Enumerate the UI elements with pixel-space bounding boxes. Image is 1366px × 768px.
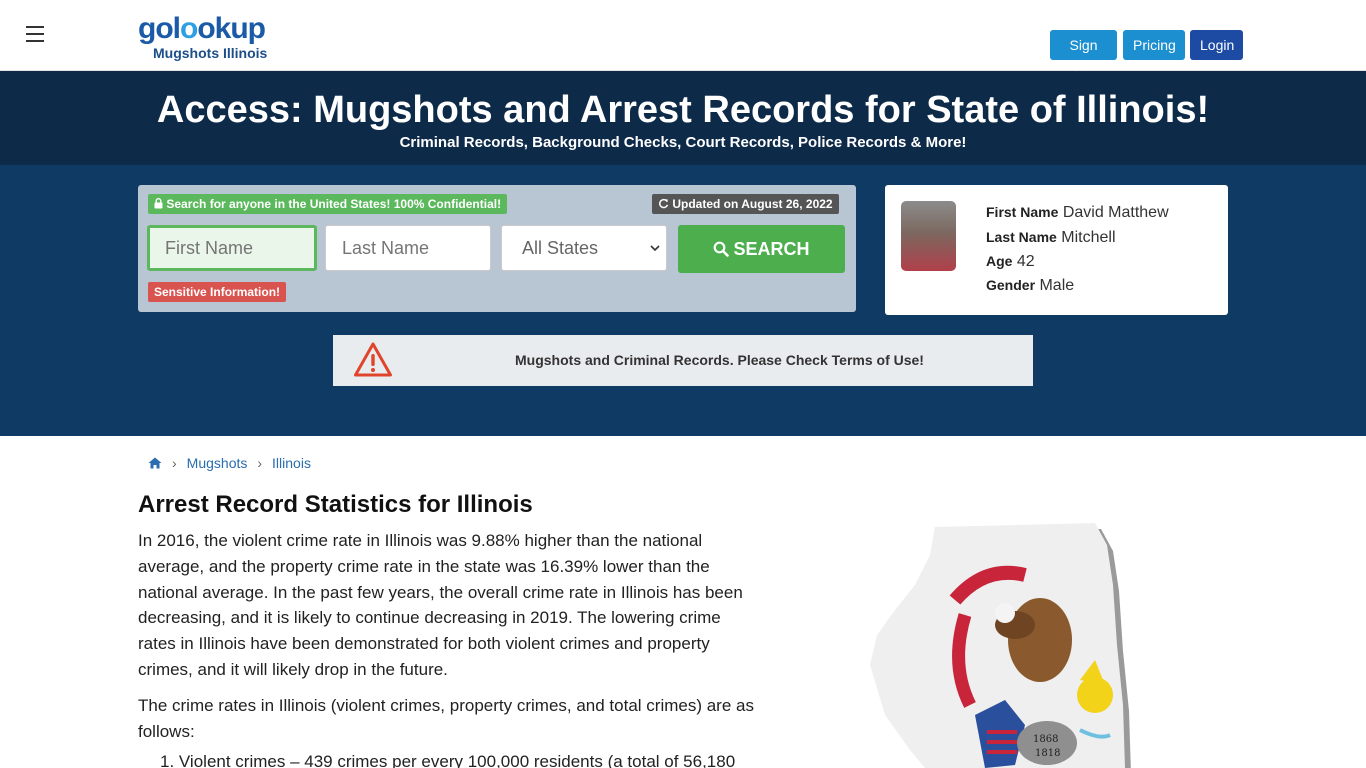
map-year-2: 1818 — [1035, 748, 1060, 759]
search-button-label: SEARCH — [733, 238, 810, 259]
profile-last-name: Last Name Mitchell — [986, 229, 1116, 247]
search-panel: Search for anyone in the United States! … — [138, 185, 856, 312]
breadcrumb: › Mugshots › Illinois — [148, 455, 311, 471]
menu-icon[interactable] — [26, 26, 44, 42]
logo-text-1: gol — [138, 12, 181, 45]
hero-subtitle: Criminal Records, Background Checks, Cou… — [399, 134, 967, 151]
breadcrumb-separator-icon: › — [172, 455, 177, 471]
logo-text-3: okup — [197, 12, 266, 45]
updated-badge: Updated on August 26, 2022 — [652, 194, 839, 214]
confidential-badge: Search for anyone in the United States! … — [148, 194, 508, 214]
content-title: Arrest Record Statistics for Illinois — [138, 491, 533, 518]
breadcrumb-mugshots[interactable]: Mugshots — [187, 455, 248, 471]
signup-button[interactable]: Sign Up — [1050, 30, 1117, 83]
hero-title: Access: Mugshots and Arrest Records for … — [156, 89, 1210, 131]
last-name-value: Mitchell — [1061, 229, 1116, 246]
last-name-label: Last Name — [986, 229, 1057, 245]
search-icon — [714, 241, 730, 257]
profile-card[interactable]: First Name David Matthew Last Name Mitch… — [885, 185, 1228, 315]
state-select[interactable]: All States — [501, 225, 667, 271]
first-name-label: First Name — [986, 204, 1059, 220]
profile-first-name: First Name David Matthew — [986, 204, 1169, 222]
state-select-value: All States — [522, 237, 599, 258]
first-name-value: David Matthew — [1062, 204, 1169, 221]
logo[interactable]: golookup Mugshots Illinois — [138, 12, 278, 62]
first-name-input[interactable] — [147, 225, 317, 271]
warning-icon — [354, 342, 392, 377]
profile-gender: Gender Male — [986, 277, 1074, 295]
logo-text-2: o — [180, 12, 198, 45]
content-paragraph-2: The crime rates in Illinois (violent cri… — [138, 696, 754, 741]
search-button[interactable]: SEARCH — [678, 225, 845, 273]
login-button[interactable]: Login — [1190, 30, 1243, 60]
home-icon[interactable] — [148, 457, 162, 469]
map-year-1: 1868 — [1033, 734, 1058, 745]
logo-subtitle: Mugshots Illinois — [153, 45, 268, 61]
confidential-text: Search for anyone in the United States! … — [166, 197, 502, 211]
last-name-input[interactable] — [325, 225, 491, 271]
breadcrumb-illinois[interactable]: Illinois — [272, 455, 311, 471]
gender-label: Gender — [986, 277, 1036, 293]
list-item: 1. Violent crimes – 439 crimes per every… — [160, 752, 736, 768]
illinois-flag-map: 1868 1818 — [855, 515, 1145, 768]
hero-banner: Access: Mugshots and Arrest Records for … — [0, 71, 1366, 165]
updated-text: Updated on August 26, 2022 — [672, 197, 833, 211]
terms-notice: Mugshots and Criminal Records. Please Ch… — [333, 335, 1033, 386]
pricing-button[interactable]: Pricing — [1123, 30, 1185, 60]
profile-age: Age 42 — [986, 253, 1035, 271]
terms-text: Mugshots and Criminal Records. Please Ch… — [515, 352, 924, 368]
age-value: 42 — [1016, 253, 1035, 270]
gender-value: Male — [1039, 277, 1075, 294]
sensitive-badge: Sensitive Information! — [148, 282, 287, 302]
refresh-icon — [659, 198, 669, 209]
top-header: golookup Mugshots Illinois Sign Up Prici… — [0, 0, 1366, 83]
chevron-down-icon — [650, 244, 660, 251]
breadcrumb-separator-icon: › — [257, 455, 263, 471]
lock-icon — [154, 198, 163, 209]
age-label: Age — [986, 253, 1013, 269]
illinois-map-icon: 1868 1818 — [870, 523, 1131, 768]
content-paragraph-1: In 2016, the violent crime rate in Illin… — [138, 531, 743, 679]
avatar — [901, 201, 956, 271]
